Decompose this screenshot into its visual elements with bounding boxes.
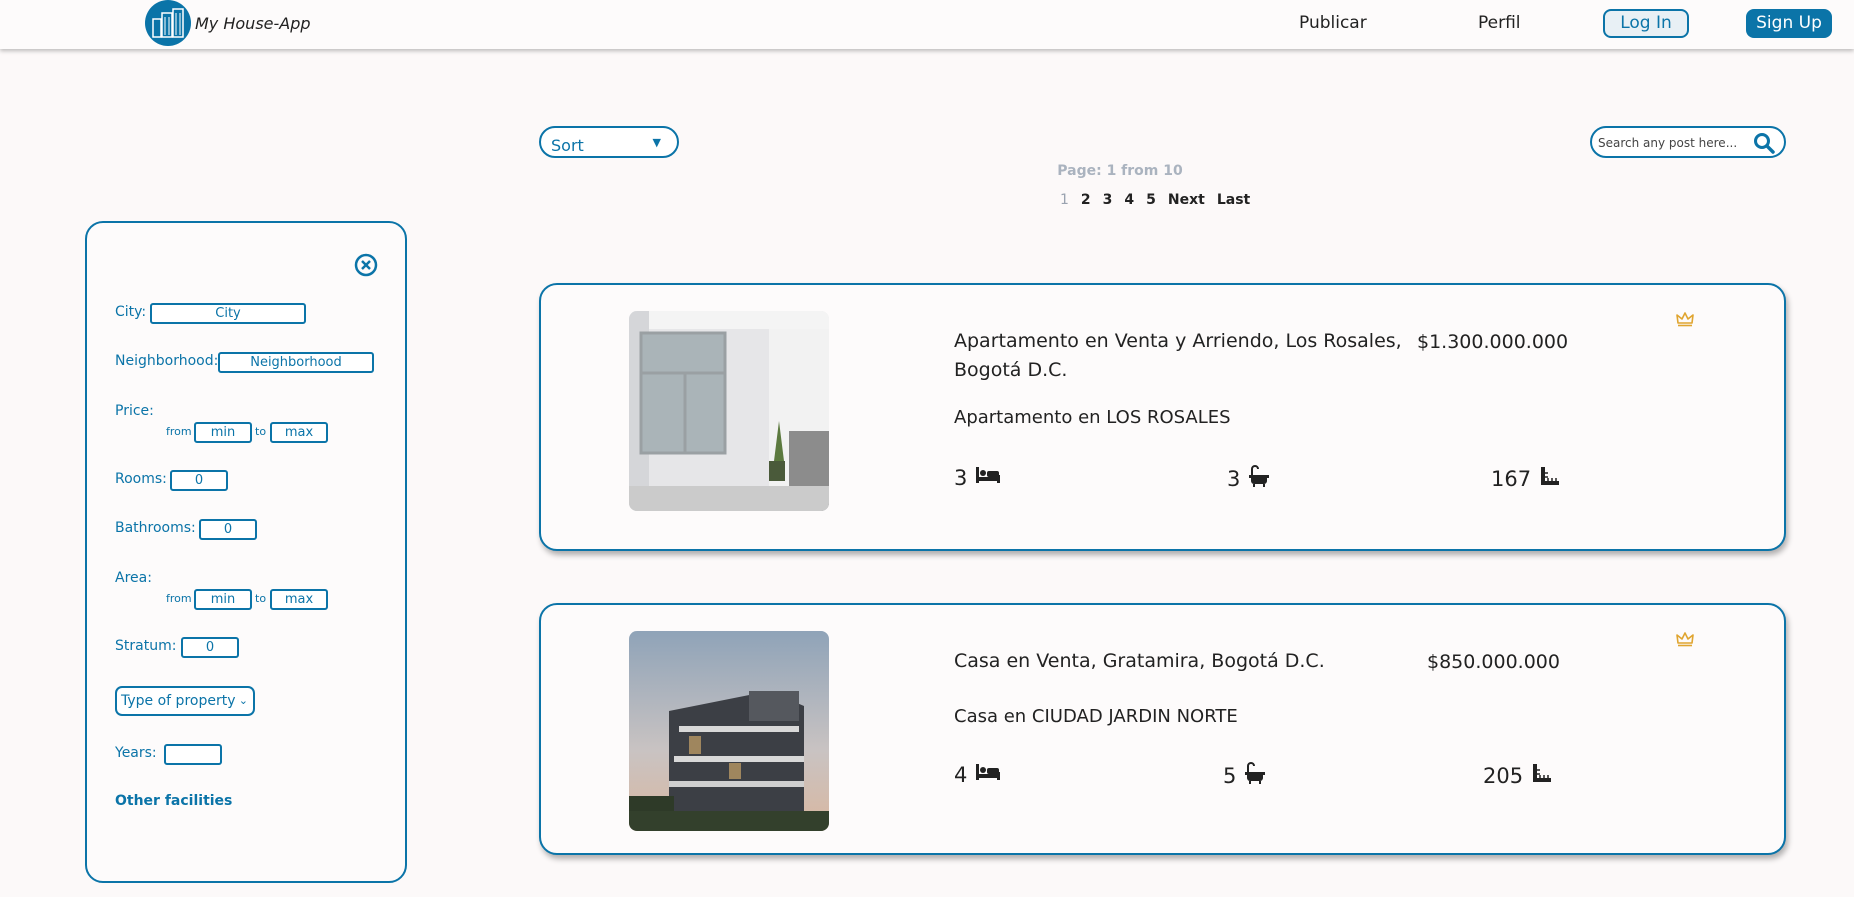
login-button[interactable]: Log In <box>1603 9 1689 38</box>
ruler-icon <box>1531 762 1553 789</box>
stratum-input[interactable]: 0 <box>181 637 239 658</box>
logo-icon[interactable] <box>145 0 191 46</box>
nav-publicar[interactable]: Publicar <box>1299 13 1367 33</box>
listing-photo[interactable] <box>629 631 829 831</box>
years-label: Years: <box>115 745 157 761</box>
baths-count: 3 <box>1227 465 1270 492</box>
signup-button[interactable]: Sign Up <box>1746 9 1832 38</box>
property-type-label: Type of property <box>121 693 236 709</box>
filter-panel: City: City Neighborhood: Neighborhood Pr… <box>85 221 407 883</box>
baths-count: 5 <box>1223 762 1266 789</box>
page-info: Page: 1 from 10 <box>1057 163 1183 179</box>
ruler-icon <box>1539 465 1561 492</box>
search-input[interactable] <box>1598 134 1748 152</box>
listing-price: $1.300.000.000 <box>1417 331 1569 353</box>
area-value: 167 <box>1491 466 1532 491</box>
years-input[interactable] <box>164 744 222 765</box>
pagination: 1 2 3 4 5 Next Last <box>1060 192 1262 208</box>
other-facilities-link[interactable]: Other facilities <box>115 793 232 809</box>
rooms-input[interactable]: 0 <box>170 470 228 491</box>
listing-subtitle: Casa en CIUDAD JARDIN NORTE <box>954 706 1238 727</box>
page-link-2[interactable]: 2 <box>1081 192 1091 208</box>
area-to-label: to <box>255 592 267 605</box>
app-name: My House-App <box>195 14 311 33</box>
rooms-value: 4 <box>954 762 968 787</box>
page-link-4[interactable]: 4 <box>1124 192 1134 208</box>
neighborhood-input[interactable]: Neighborhood <box>218 352 374 373</box>
neighborhood-label: Neighborhood: <box>115 353 219 369</box>
premium-crown-icon <box>1676 311 1694 331</box>
city-label: City: <box>115 304 147 320</box>
rooms-count: 3 <box>954 465 1001 490</box>
rooms-count: 4 <box>954 762 1001 787</box>
property-type-select[interactable]: Type of property ⌄ <box>115 686 255 716</box>
next-page-link[interactable]: Next <box>1168 192 1205 208</box>
area-max-input[interactable]: max <box>270 589 328 610</box>
premium-crown-icon <box>1676 631 1694 651</box>
listing-photo[interactable] <box>629 311 829 511</box>
price-min-input[interactable]: min <box>194 422 252 443</box>
top-navbar: My House-App Publicar Perfil Log In Sign… <box>0 0 1854 49</box>
bathtub-icon <box>1244 762 1266 789</box>
listing-card[interactable]: Casa en Venta, Gratamira, Bogotá D.C. $8… <box>539 603 1786 855</box>
area-count: 167 <box>1491 465 1561 492</box>
city-input[interactable]: City <box>150 303 306 324</box>
area-min-input[interactable]: min <box>194 589 252 610</box>
page-link-1[interactable]: 1 <box>1060 192 1069 208</box>
listing-title[interactable]: Casa en Venta, Gratamira, Bogotá D.C. <box>954 647 1404 676</box>
search-icon[interactable] <box>1752 131 1776 159</box>
price-max-input[interactable]: max <box>270 422 328 443</box>
stratum-label: Stratum: <box>115 638 177 654</box>
listing-card[interactable]: Apartamento en Venta y Arriendo, Los Ros… <box>539 283 1786 551</box>
area-label: Area: <box>115 570 152 586</box>
page-link-3[interactable]: 3 <box>1103 192 1113 208</box>
page-link-5[interactable]: 5 <box>1146 192 1156 208</box>
price-label: Price: <box>115 403 154 419</box>
sort-select[interactable]: Sort ▼ <box>539 126 679 158</box>
bed-icon <box>975 762 1001 787</box>
last-page-link[interactable]: Last <box>1217 192 1250 208</box>
area-value: 205 <box>1483 763 1524 788</box>
baths-value: 3 <box>1227 466 1241 491</box>
chevron-down-icon: ⌄ <box>238 694 248 707</box>
area-count: 205 <box>1483 762 1553 789</box>
bathrooms-label: Bathrooms: <box>115 520 196 536</box>
listing-title[interactable]: Apartamento en Venta y Arriendo, Los Ros… <box>954 327 1404 385</box>
rooms-label: Rooms: <box>115 471 167 487</box>
bathrooms-input[interactable]: 0 <box>199 519 257 540</box>
bed-icon <box>975 465 1001 490</box>
baths-value: 5 <box>1223 763 1237 788</box>
sort-label: Sort <box>551 136 584 155</box>
price-from-label: from <box>166 425 192 438</box>
rooms-value: 3 <box>954 465 968 490</box>
price-to-label: to <box>255 425 267 438</box>
area-from-label: from <box>166 592 192 605</box>
listing-subtitle: Apartamento en LOS ROSALES <box>954 407 1231 428</box>
bathtub-icon <box>1248 465 1270 492</box>
listing-price: $850.000.000 <box>1427 651 1560 673</box>
nav-perfil[interactable]: Perfil <box>1478 13 1521 33</box>
search-box <box>1590 126 1786 158</box>
close-icon[interactable] <box>354 253 378 281</box>
chevron-down-icon: ▼ <box>652 136 661 149</box>
